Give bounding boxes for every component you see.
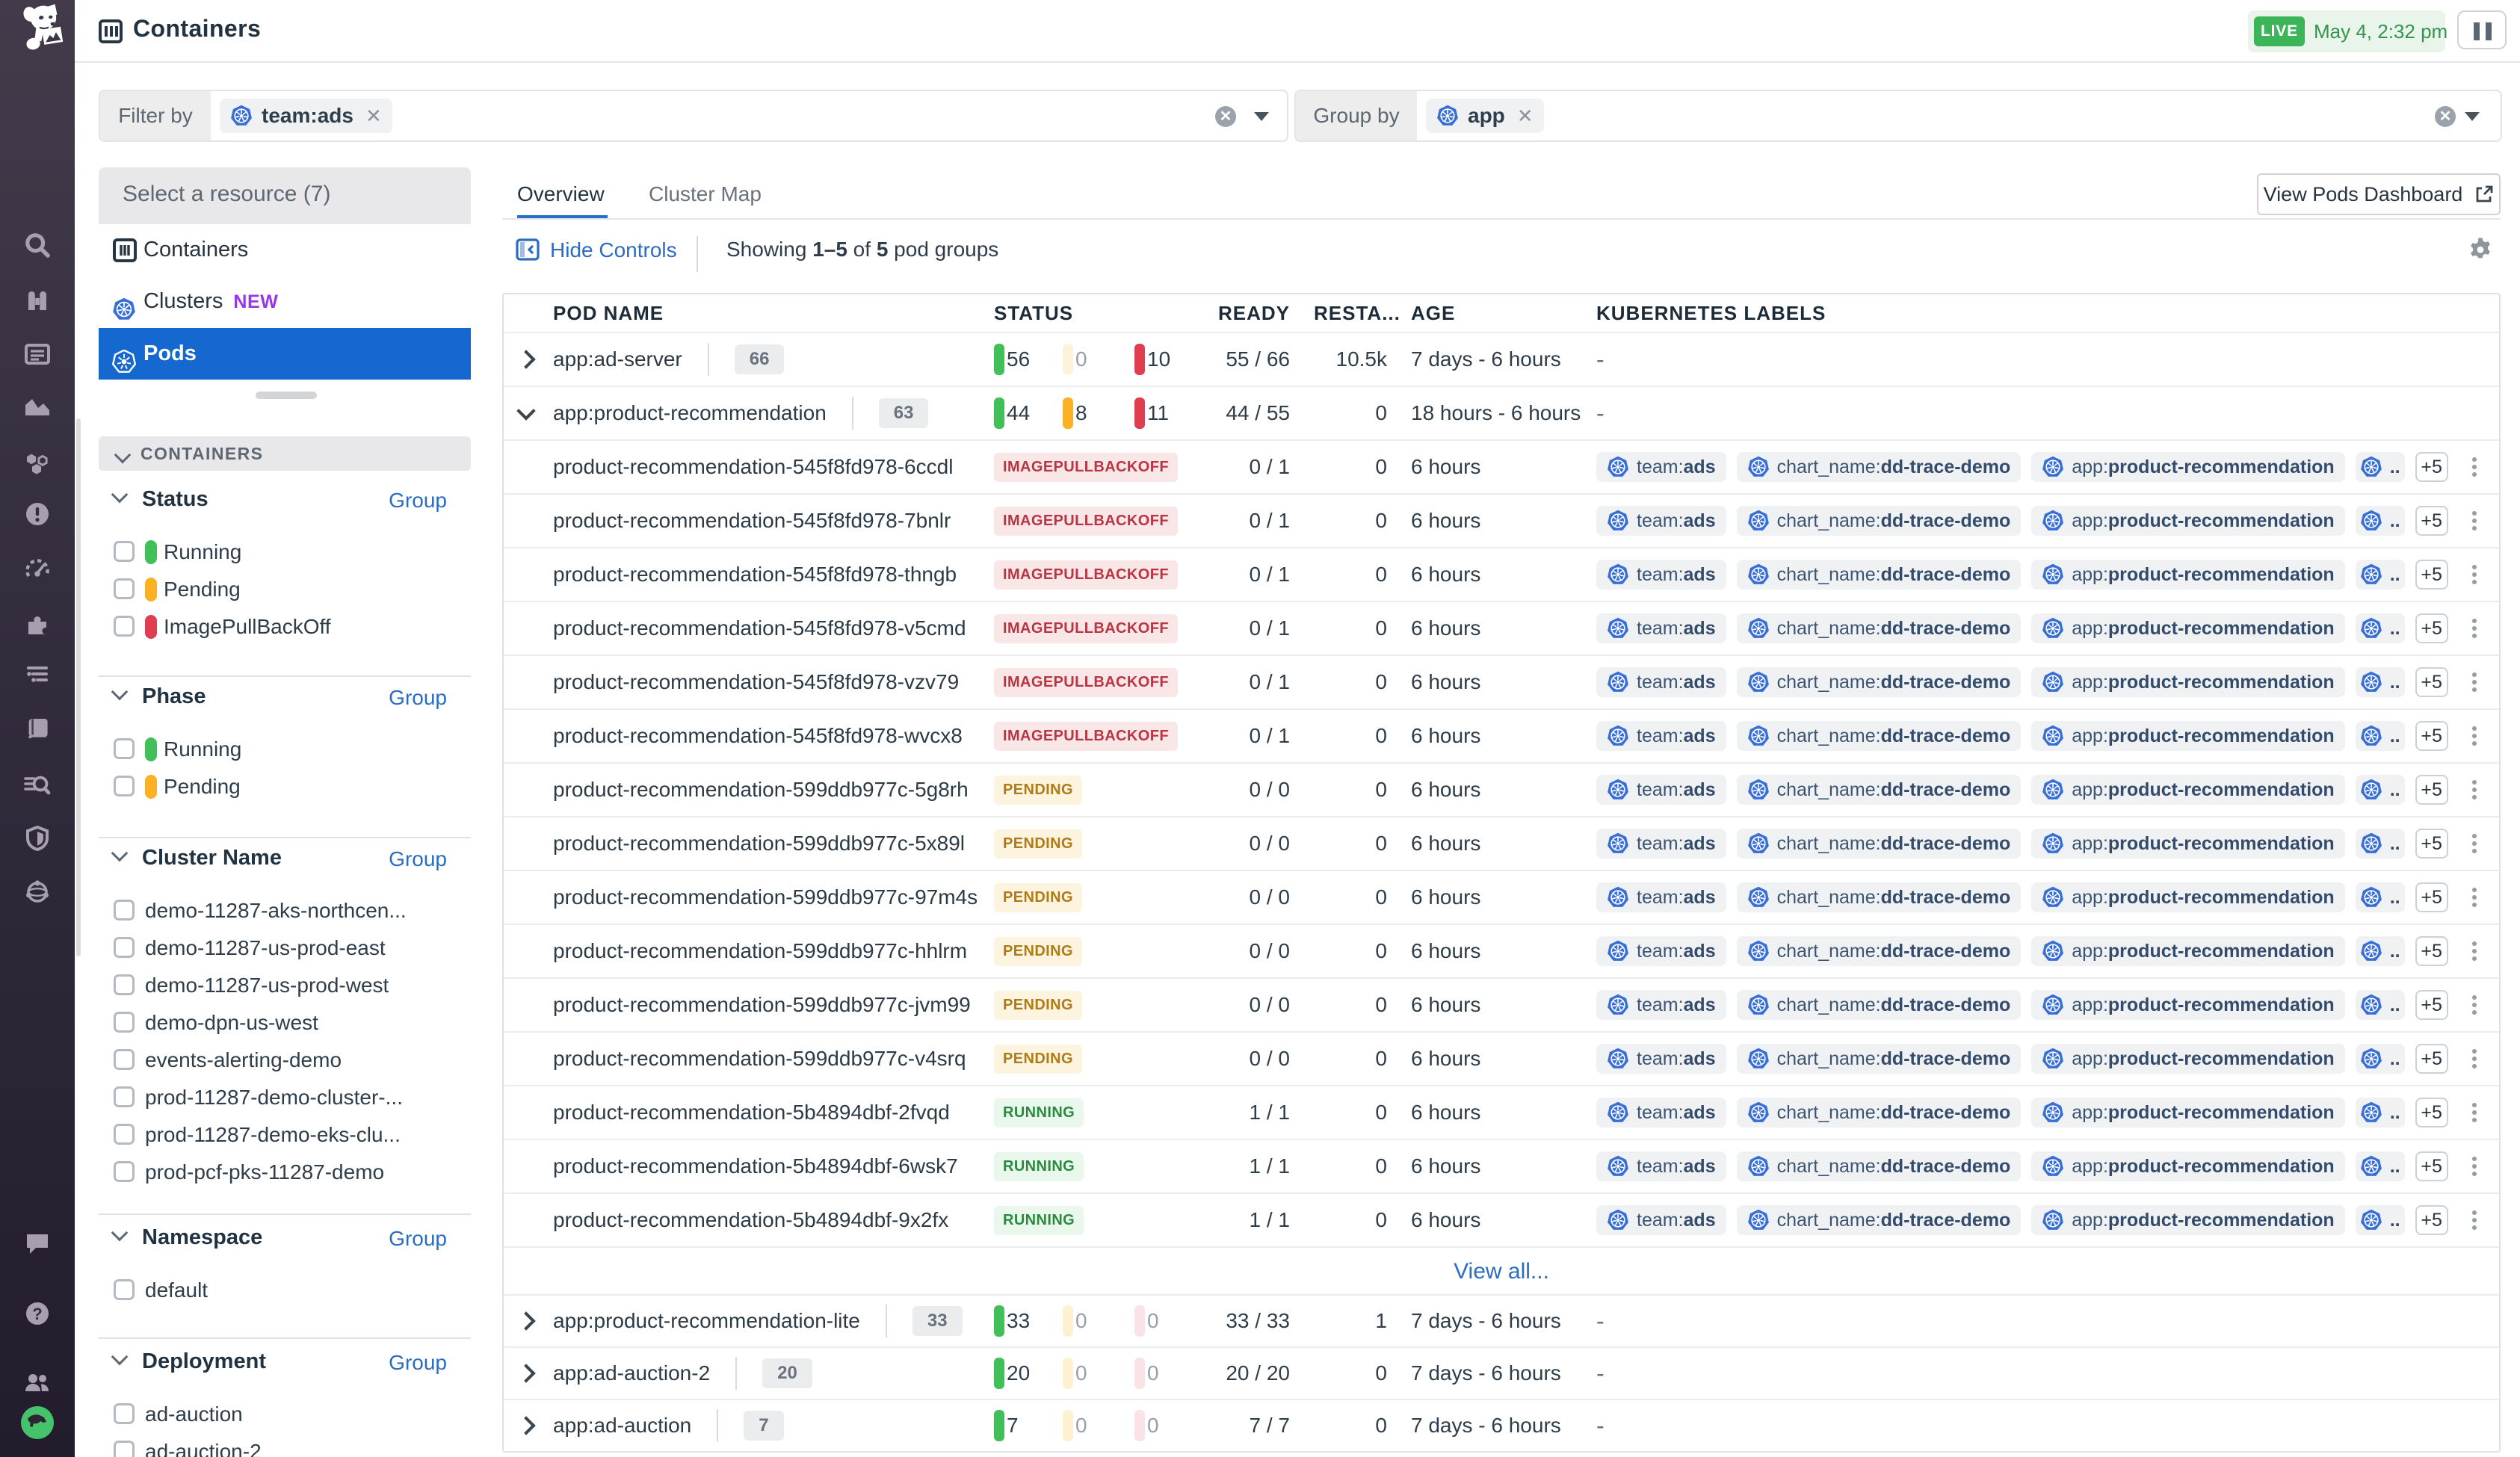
svg-text:?: ? [32,1305,42,1323]
